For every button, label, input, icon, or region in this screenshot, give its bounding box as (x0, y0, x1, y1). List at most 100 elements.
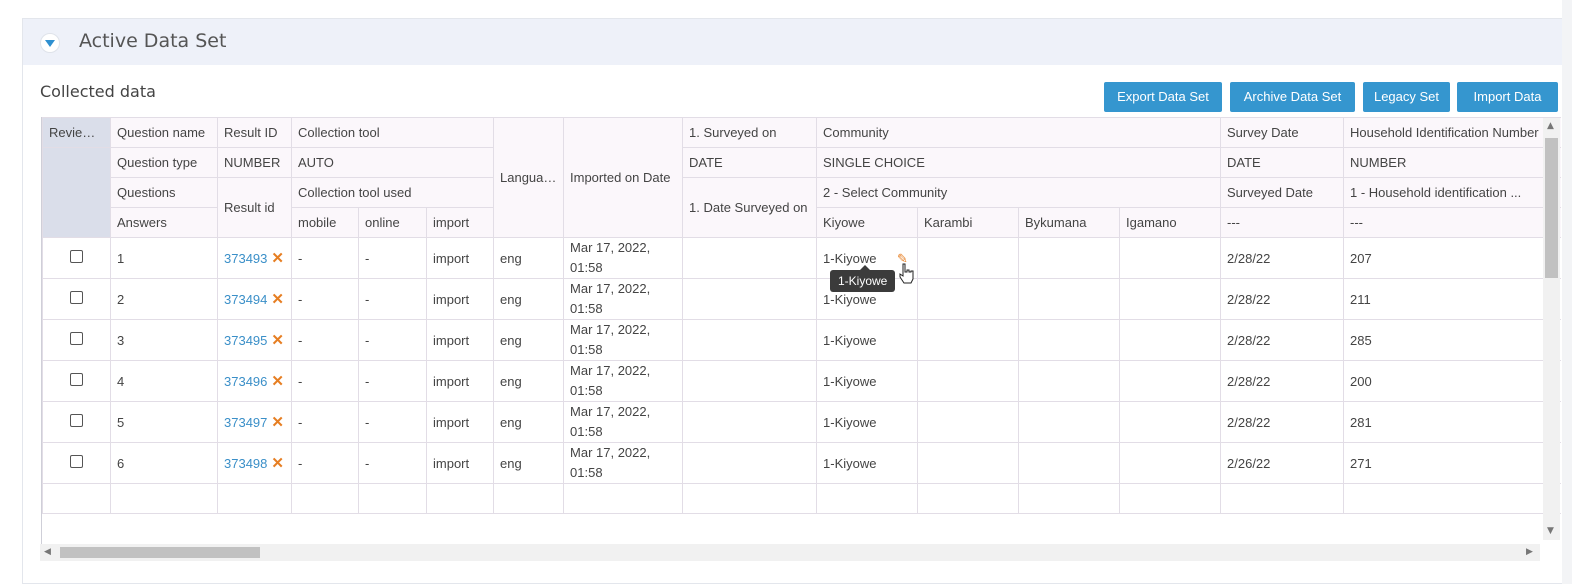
community-cell[interactable]: 1-Kiyowe (816, 401, 919, 443)
result-id-link[interactable]: 373493 (224, 251, 267, 266)
reviewed-checkbox[interactable] (70, 250, 83, 263)
header-answer-household: --- (1343, 207, 1561, 238)
scroll-down-icon[interactable]: ▼ (1547, 526, 1554, 536)
karambi-cell (917, 278, 1020, 320)
scroll-up-icon[interactable]: ▲ (1547, 121, 1554, 131)
household-cell[interactable]: 285 (1343, 319, 1561, 361)
community-cell[interactable]: 1-Kiyowe (816, 442, 919, 484)
result-id-link[interactable]: 373496 (224, 374, 267, 389)
karambi-cell (917, 237, 1020, 279)
language-cell: eng (493, 401, 565, 443)
result-id-cell: 373497 ✕ (217, 401, 292, 443)
reviewed-cell (42, 278, 111, 320)
community-cell[interactable]: 1-Kiyowe (816, 360, 919, 402)
row-number: 2 (110, 278, 218, 320)
import-data-button[interactable]: Import Data (1457, 82, 1558, 112)
panel-header[interactable]: Active Data Set (23, 19, 1572, 65)
empty-cell (493, 483, 565, 514)
result-id-link[interactable]: 373494 (224, 292, 267, 307)
reviewed-cell (42, 360, 111, 402)
reviewed-header[interactable]: Reviewed (42, 117, 111, 148)
language-cell: eng (493, 442, 565, 484)
household-cell[interactable]: 200 (1343, 360, 1561, 402)
close-x-icon[interactable]: ✕ (271, 414, 284, 431)
data-table: Reviewed Question name Result ID Collect… (42, 117, 1561, 514)
result-id-link[interactable]: 373495 (224, 333, 267, 348)
bykumana-cell (1018, 442, 1121, 484)
survey-date-cell[interactable]: 2/28/22 (1220, 237, 1345, 279)
header-collection-question: Collection tool used (290, 177, 495, 208)
result-id-cell: 373493 ✕ (217, 237, 292, 279)
survey-date-cell[interactable]: 2/26/22 (1220, 442, 1345, 484)
imported-date-cell: Mar 17, 2022, 01:58 (563, 237, 684, 279)
online-cell: - (358, 237, 427, 279)
survey-date-cell[interactable]: 2/28/22 (1220, 401, 1345, 443)
header-language[interactable]: Language (493, 117, 565, 238)
header-result-id[interactable]: Result ID (217, 117, 292, 148)
header-survey-date[interactable]: Survey Date (1220, 117, 1345, 148)
survey-date-cell[interactable]: 2/28/22 (1220, 278, 1345, 320)
survey-date-cell[interactable]: 2/28/22 (1220, 360, 1345, 402)
import-cell: import (425, 278, 495, 320)
reviewed-cell (42, 237, 111, 279)
igamano-cell (1119, 442, 1222, 484)
surveyed-on-cell[interactable] (682, 278, 818, 320)
reviewed-cell (42, 442, 111, 484)
close-x-icon[interactable]: ✕ (271, 373, 284, 390)
table-row: 2 373494 ✕ - - import eng Mar 17, 2022, 01… (42, 278, 1561, 320)
karambi-cell (917, 401, 1020, 443)
export-data-set-button[interactable]: Export Data Set (1104, 82, 1222, 112)
community-cell[interactable]: 1-Kiyowe (816, 319, 919, 361)
imported-date: Mar 17, 2022, (570, 445, 651, 460)
header-surveyed-on[interactable]: 1. Surveyed on (682, 117, 818, 148)
header-label: Questions (110, 177, 218, 208)
collapse-toggle-icon[interactable] (40, 33, 60, 53)
surveyed-on-cell[interactable] (682, 360, 818, 402)
horizontal-scroll-thumb[interactable] (60, 547, 260, 558)
result-id-link[interactable]: 373497 (224, 415, 267, 430)
header-collection-tool[interactable]: Collection tool (290, 117, 495, 148)
reviewed-checkbox[interactable] (70, 373, 83, 386)
header-survey-date-type: DATE (1220, 147, 1345, 178)
header-answer-bykumana: Bykumana (1018, 207, 1121, 238)
legacy-set-button[interactable]: Legacy Set (1363, 82, 1450, 112)
close-x-icon[interactable]: ✕ (271, 291, 284, 308)
reviewed-cell (42, 401, 111, 443)
scroll-left-icon[interactable]: ◀ (44, 547, 51, 557)
surveyed-on-cell[interactable] (682, 442, 818, 484)
survey-date-cell[interactable]: 2/28/22 (1220, 319, 1345, 361)
imported-date: Mar 17, 2022, (570, 322, 651, 337)
header-community[interactable]: Community (816, 117, 1222, 148)
close-x-icon[interactable]: ✕ (271, 250, 284, 267)
online-cell: - (358, 442, 427, 484)
household-cell[interactable]: 211 (1343, 278, 1561, 320)
language-cell: eng (493, 237, 565, 279)
empty-cell (291, 483, 359, 514)
reviewed-checkbox[interactable] (70, 291, 83, 304)
header-imported-on-date[interactable]: Imported on Date (563, 117, 684, 238)
vertical-scroll-thumb[interactable] (1545, 138, 1558, 278)
reviewed-checkbox[interactable] (70, 414, 83, 427)
mobile-cell: - (291, 401, 359, 443)
household-cell[interactable]: 281 (1343, 401, 1561, 443)
close-x-icon[interactable]: ✕ (271, 332, 284, 349)
reviewed-checkbox[interactable] (70, 332, 83, 345)
header-answer-survey-date: --- (1220, 207, 1345, 238)
vertical-scrollbar[interactable]: ▲ ▼ (1543, 118, 1560, 540)
header-label: Question name (110, 117, 218, 148)
household-cell[interactable]: 207 (1343, 237, 1561, 279)
result-id-link[interactable]: 373498 (224, 456, 267, 471)
surveyed-on-cell[interactable] (682, 237, 818, 279)
archive-data-set-button[interactable]: Archive Data Set (1230, 82, 1355, 112)
horizontal-scrollbar[interactable]: ◀ ▶ (40, 544, 1540, 561)
header-household-id[interactable]: Household Identification Number (1343, 117, 1561, 148)
empty-cell (425, 483, 495, 514)
household-cell[interactable]: 271 (1343, 442, 1561, 484)
close-x-icon[interactable]: ✕ (271, 455, 284, 472)
surveyed-on-cell[interactable] (682, 401, 818, 443)
reviewed-checkbox[interactable] (70, 455, 83, 468)
table-row: 4 373496 ✕ - - import eng Mar 17, 2022, 01… (42, 360, 1561, 402)
language-cell: eng (493, 319, 565, 361)
scroll-right-icon[interactable]: ▶ (1526, 547, 1533, 557)
surveyed-on-cell[interactable] (682, 319, 818, 361)
